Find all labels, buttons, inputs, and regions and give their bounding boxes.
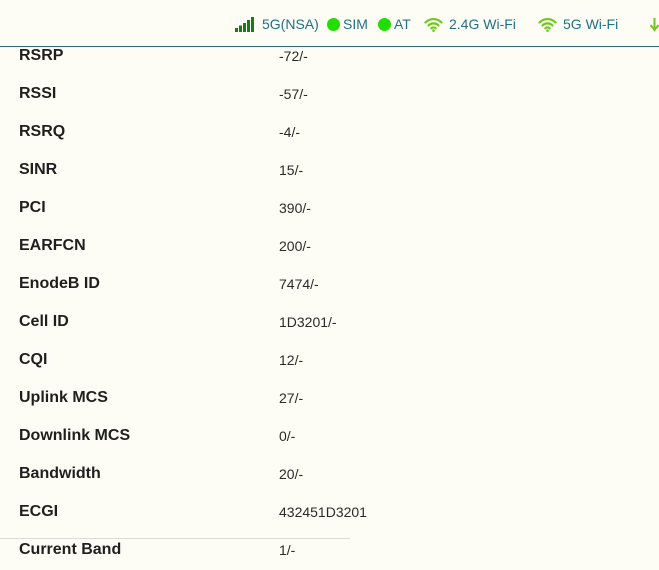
table-row: Bandwidth 20/-: [0, 456, 659, 494]
table-row: RSSI -57/-: [0, 76, 659, 114]
row-value: 1/-: [279, 542, 296, 558]
table-row: EARFCN 200/-: [0, 228, 659, 266]
row-label: Current Band: [19, 541, 122, 558]
download-status[interactable]: [650, 15, 659, 35]
sim-indicator-icon: [327, 17, 340, 31]
row-label: Uplink MCS: [19, 389, 108, 406]
row-value: 1D3201/-: [279, 314, 337, 330]
cell-info-table: RSRP -72/- RSSI -57/- RSRQ -4/- SINR 15/- PC…: [0, 38, 659, 570]
row-label: RSRQ: [19, 123, 66, 140]
row-value: 20/-: [279, 466, 304, 482]
row-value: -57/-: [279, 86, 308, 102]
row-value: 200/-: [279, 238, 311, 254]
row-value: -72/-: [279, 48, 308, 64]
row-value: 15/-: [279, 162, 304, 178]
wifi-5-label: 5G Wi-Fi: [563, 16, 619, 32]
table-row: RSRQ -4/-: [0, 114, 659, 152]
wifi-5-status[interactable]: 5G Wi-Fi: [538, 14, 618, 34]
row-label: SINR: [19, 161, 58, 178]
signal-bars-icon: [235, 16, 256, 32]
row-label: Cell ID: [19, 313, 69, 330]
divider: [0, 538, 350, 539]
row-value: 12/-: [279, 352, 304, 368]
row-value: 27/-: [279, 390, 304, 406]
table-row: Uplink MCS 27/-: [0, 380, 659, 418]
table-row: ECGI 432451D3201: [0, 494, 659, 532]
row-label: EARFCN: [19, 237, 86, 254]
row-value: 7474/-: [279, 276, 319, 292]
table-row: Downlink MCS 0/-: [0, 418, 659, 456]
at-status[interactable]: AT: [378, 14, 411, 34]
row-value: 0/-: [279, 428, 296, 444]
row-value: 390/-: [279, 200, 311, 216]
table-row: SINR 15/-: [0, 152, 659, 190]
table-row: Cell ID 1D3201/-: [0, 304, 659, 342]
row-label: EnodeB ID: [19, 275, 100, 292]
row-label: Bandwidth: [19, 465, 101, 482]
row-label: Downlink MCS: [19, 427, 131, 444]
wifi-icon: [424, 17, 443, 32]
at-indicator-icon: [378, 17, 391, 31]
row-value: 432451D3201: [279, 504, 367, 520]
row-label: RSRP: [19, 47, 64, 64]
table-row: PCI 390/-: [0, 190, 659, 228]
network-status[interactable]: 5G(NSA): [235, 14, 319, 34]
row-label: PCI: [19, 199, 46, 216]
download-arrow-icon: [650, 17, 659, 33]
wifi-icon: [538, 17, 557, 32]
sim-label: SIM: [343, 16, 368, 32]
status-bar: 5G(NSA) SIM AT 2.4G Wi-Fi 5G Wi-Fi: [0, 0, 659, 47]
at-label: AT: [394, 16, 411, 32]
wifi-24-status[interactable]: 2.4G Wi-Fi: [424, 14, 516, 34]
row-label: ECGI: [19, 503, 59, 520]
table-row: CQI 12/-: [0, 342, 659, 380]
wifi-24-label: 2.4G Wi-Fi: [449, 16, 516, 32]
row-label: RSSI: [19, 85, 57, 102]
row-label: CQI: [19, 351, 48, 368]
network-type-label: 5G(NSA): [262, 16, 319, 32]
sim-status[interactable]: SIM: [327, 14, 368, 34]
row-value: -4/-: [279, 124, 300, 140]
table-row: EnodeB ID 7474/-: [0, 266, 659, 304]
